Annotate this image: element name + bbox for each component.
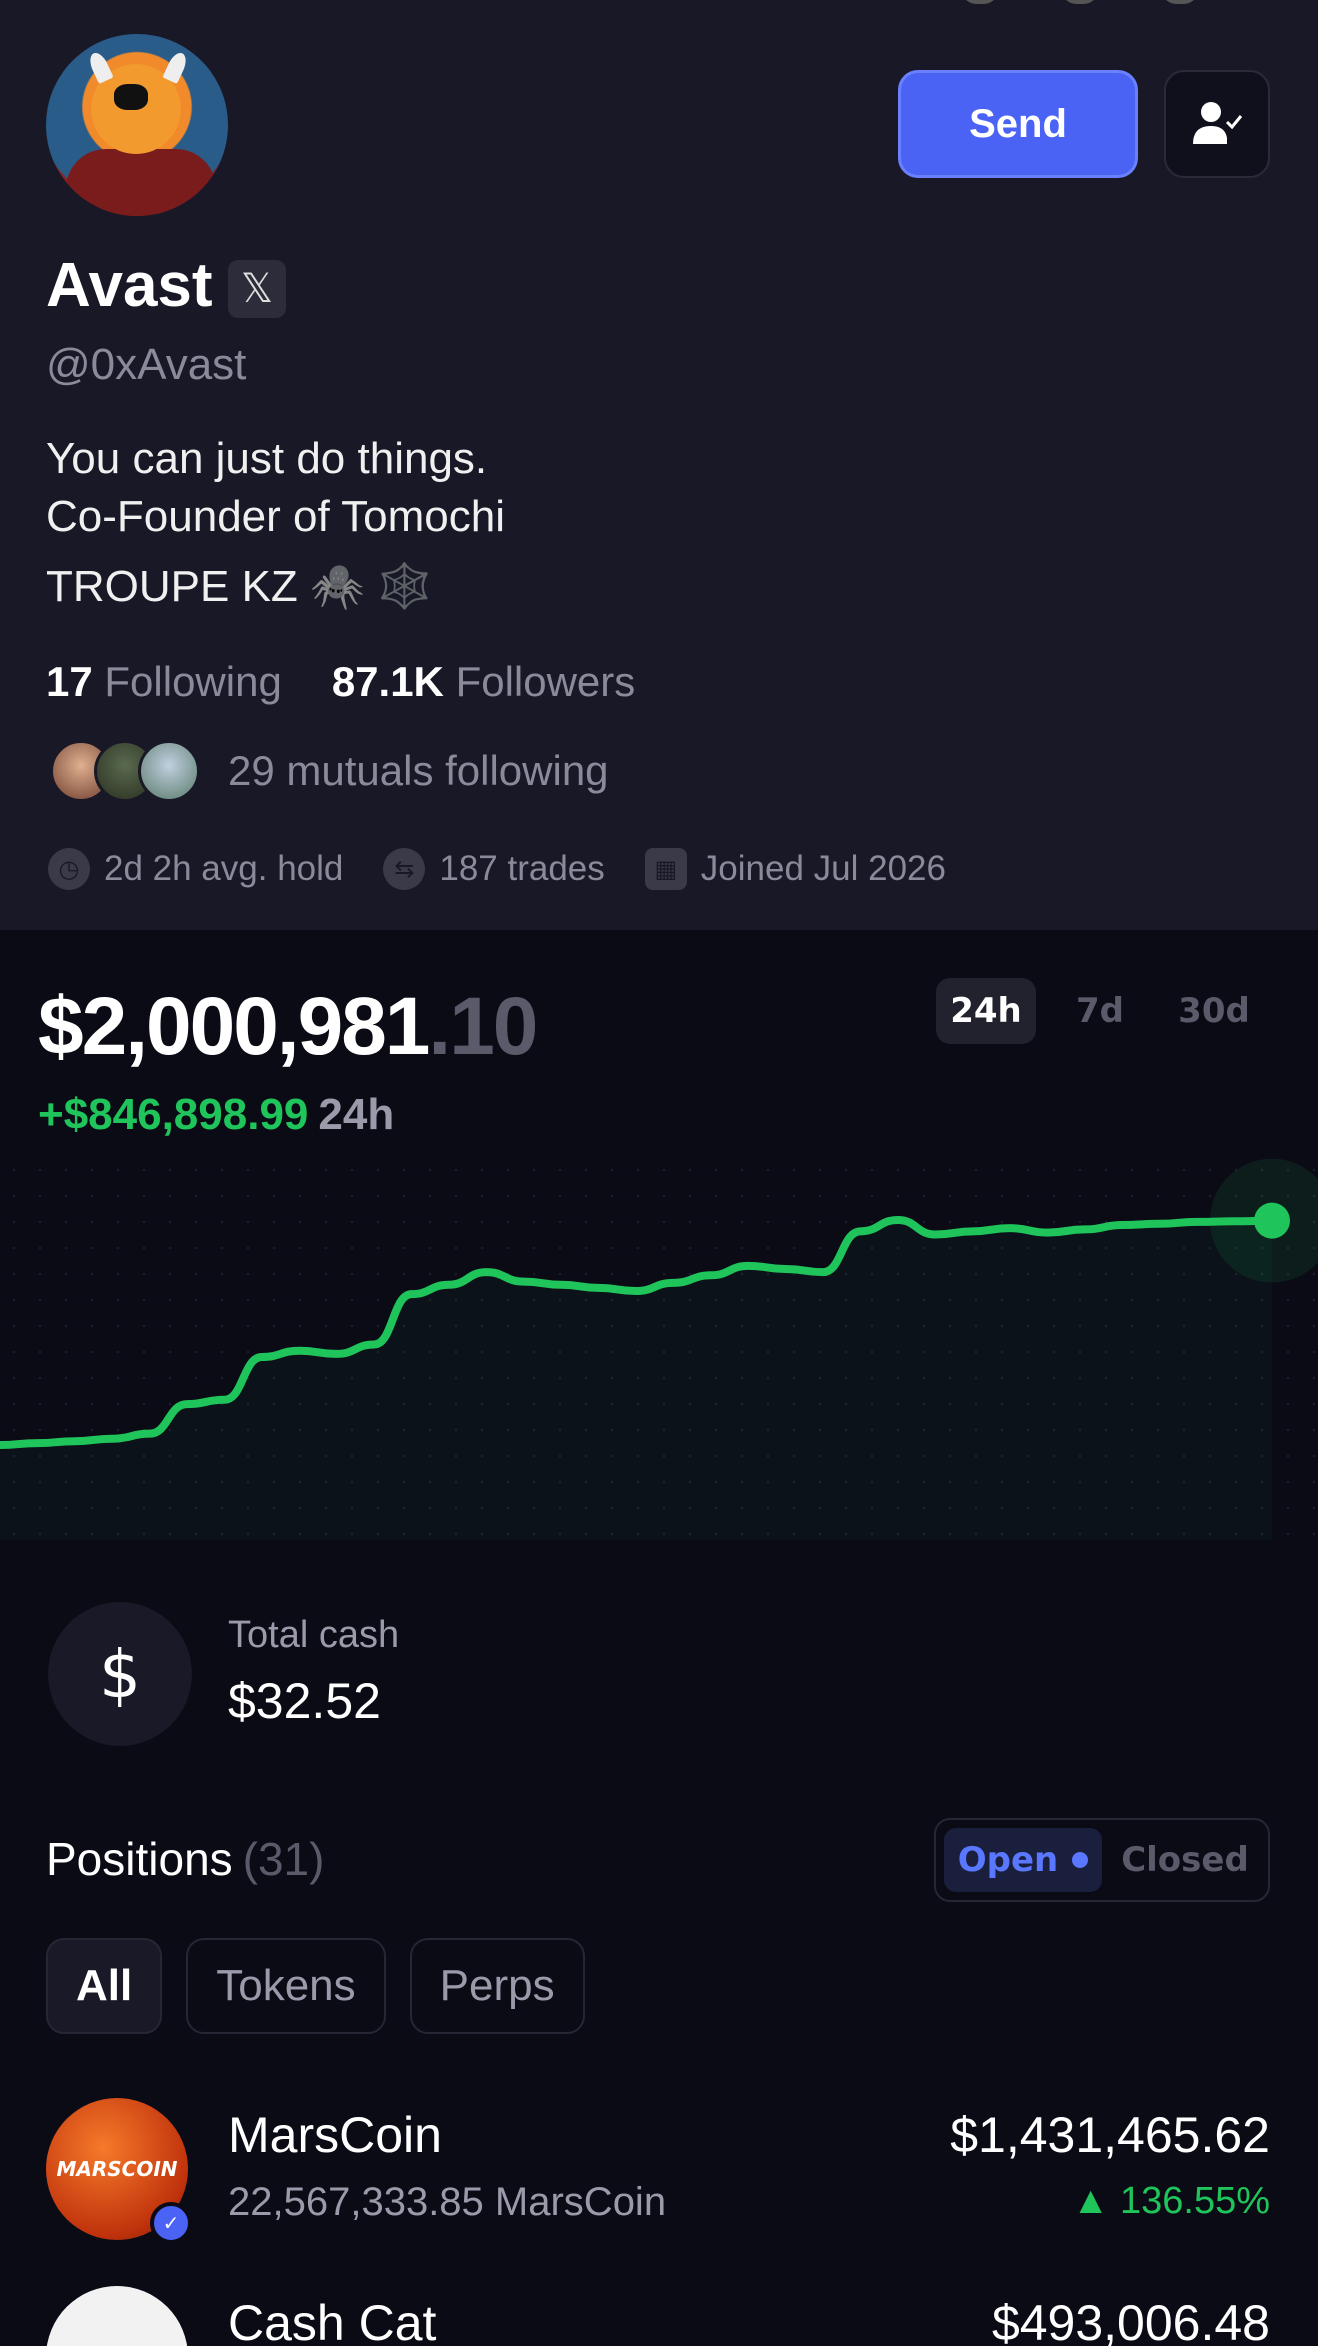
- bio-line: You can just do things.: [46, 434, 488, 483]
- mutuals-text: 29 mutuals following: [228, 747, 609, 794]
- chart-area: [0, 1220, 1272, 1540]
- following-link[interactable]: 17 Following: [46, 658, 282, 706]
- coin-value: $1,431,465.62: [950, 2107, 1270, 2163]
- range-24h[interactable]: 24h: [936, 978, 1036, 1044]
- list-item[interactable]: Cash Cat $493,006.48: [46, 2286, 1270, 2346]
- profile-name: Avast: [46, 251, 213, 320]
- toggle-closed[interactable]: Closed: [1110, 1828, 1260, 1892]
- followers-count: 87.1K: [331, 658, 444, 705]
- coin-value: $493,006.48: [991, 2295, 1270, 2346]
- filter-perps[interactable]: Perps: [409, 1938, 585, 2034]
- range-selector: 24h 7d 30d: [936, 978, 1264, 1044]
- status-bar: [960, 0, 1200, 4]
- x-icon[interactable]: 𝕏: [228, 260, 286, 318]
- coin-name: Cash Cat: [228, 2295, 437, 2346]
- user-check-icon: [1193, 102, 1243, 144]
- portfolio-balance: $2,000,981.10: [38, 981, 538, 1072]
- avg-hold: 2d 2h avg. hold: [104, 849, 344, 888]
- following-label: Following: [104, 658, 282, 705]
- followers-label: Followers: [455, 658, 636, 705]
- bio-line: Co-Founder of Tomochi: [46, 492, 505, 541]
- profile-bio: You can just do things. Co-Founder of To…: [46, 430, 505, 616]
- portfolio-chart[interactable]: [0, 1140, 1318, 1560]
- trades-count: 187 trades: [439, 849, 605, 888]
- avatar[interactable]: [46, 34, 228, 216]
- mutual-avatar: [138, 740, 200, 802]
- positions-toggle: Open Closed: [934, 1818, 1270, 1902]
- profile-handle: @0xAvast: [46, 340, 247, 389]
- clock-icon: ◷: [48, 848, 90, 890]
- positions-title: Positions (31): [46, 1833, 325, 1885]
- cash-label: Total cash: [228, 1614, 400, 1656]
- coin-change: ▲ 136.55%: [1071, 2180, 1270, 2222]
- swap-icon: ⇆: [383, 848, 426, 890]
- filter-tokens[interactable]: Tokens: [186, 1938, 386, 2034]
- coin-name: MarsCoin: [228, 2107, 442, 2163]
- follow-button[interactable]: [1164, 70, 1270, 178]
- followers-link[interactable]: 87.1K Followers: [332, 658, 635, 706]
- range-30d[interactable]: 30d: [1164, 978, 1264, 1044]
- active-dot: [1072, 1852, 1089, 1868]
- position-filters: All Tokens Perps: [46, 1938, 585, 2034]
- calendar-icon: ▦: [644, 848, 687, 890]
- range-7d[interactable]: 7d: [1050, 978, 1150, 1044]
- portfolio-change: +$846,898.99 24h: [38, 1090, 395, 1139]
- mutuals-row[interactable]: 29 mutuals following: [50, 740, 609, 802]
- profile-meta: ◷ 2d 2h avg. hold ⇆ 187 trades ▦ Joined Jul…: [48, 848, 946, 890]
- filter-all[interactable]: All: [46, 1938, 163, 2034]
- follow-stats: 17 Following 87.1K Followers: [46, 658, 635, 706]
- dollar-icon: $: [48, 1602, 192, 1746]
- bio-line: TROUPE KZ 🕷️ 🕸️: [46, 562, 432, 611]
- chart-current-point: [1254, 1202, 1290, 1239]
- send-button[interactable]: Send: [898, 70, 1138, 178]
- toggle-open[interactable]: Open: [944, 1828, 1102, 1892]
- joined-date: Joined Jul 2026: [700, 849, 946, 888]
- cashcat-logo: [46, 2286, 188, 2346]
- coin-amount: 22,567,333.85 MarsCoin: [228, 2180, 667, 2224]
- following-count: 17: [46, 658, 93, 705]
- verified-icon: ✓: [150, 2202, 192, 2244]
- cash-value: $32.52: [228, 1673, 381, 1729]
- list-item[interactable]: MARSCOIN ✓ MarsCoin 22,567,333.85 MarsCo…: [46, 2098, 1270, 2248]
